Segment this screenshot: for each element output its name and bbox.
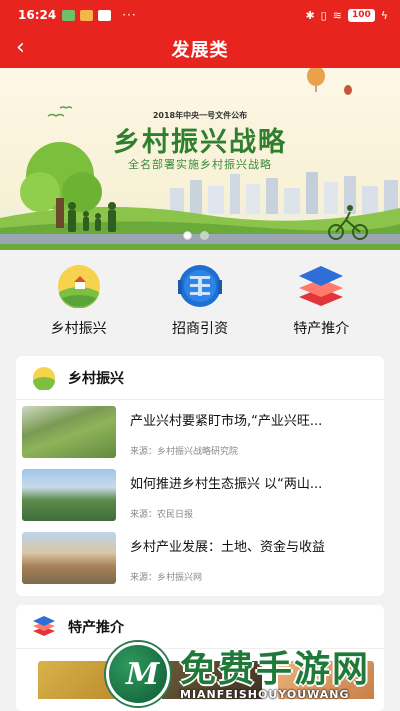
status-time: 16:24 bbox=[18, 8, 57, 22]
list-item[interactable]: 如何推进乡村生态振兴 以“两山... 来源：农民日报 bbox=[22, 469, 378, 529]
category-village-revival[interactable]: 乡村振兴 bbox=[24, 250, 134, 345]
watermark-logo-letter: M bbox=[126, 657, 160, 692]
news-thumbnail bbox=[22, 469, 116, 521]
news-thumbnail bbox=[22, 406, 116, 458]
category-label: 乡村振兴 bbox=[50, 321, 107, 337]
watermark-text: 免费手游网 bbox=[180, 649, 371, 690]
carousel-dot-1[interactable] bbox=[183, 231, 192, 240]
section-title: 乡村振兴 bbox=[68, 370, 124, 387]
village-revival-section: 乡村振兴 产业兴村要紧盯市场,“产业兴旺... 来源：乡村振兴战略研究院 如何推… bbox=[16, 356, 384, 596]
news-title: 产业兴村要紧盯市场,“产业兴旺... bbox=[130, 414, 323, 429]
wifi-icon: ≋ bbox=[332, 8, 342, 22]
list-item[interactable]: 乡村产业发展：土地、资金与收益 来源：乡村振兴网 bbox=[22, 532, 378, 592]
banner-carousel[interactable]: 2018年中央一号文件公布 乡村振兴战略 全名部署实施乡村振兴战略 bbox=[0, 68, 400, 250]
watermark-pinyin: MIANFEISHOUYOUWANG bbox=[180, 688, 350, 701]
category-specialty-products[interactable]: 特产推介 bbox=[266, 250, 376, 345]
carousel-indicator[interactable] bbox=[183, 231, 209, 240]
status-bar: 16:24 ··· ✱ ▯ ≋ 100 ϟ bbox=[0, 0, 400, 30]
news-title: 如何推进乡村生态振兴 以“两山... bbox=[130, 477, 323, 492]
charging-icon: ϟ bbox=[380, 8, 388, 22]
site-watermark: M 免费手游网 MIANFEISHOUYOUWANG bbox=[104, 640, 394, 708]
wechat-notification-icon bbox=[62, 9, 76, 21]
category-label: 特产推介 bbox=[293, 321, 350, 337]
village-landscape-icon bbox=[57, 265, 100, 308]
page-title: 发展类 bbox=[171, 40, 229, 61]
category-label: 招商引资 bbox=[171, 321, 228, 337]
carousel-dot-2[interactable] bbox=[200, 231, 209, 240]
bluetooth-icon: ✱ bbox=[305, 8, 315, 22]
back-arrow-icon[interactable]: ‹ bbox=[16, 36, 25, 60]
village-landscape-icon bbox=[33, 366, 55, 390]
vibrate-icon: ▯ bbox=[320, 8, 327, 22]
watermark-logo: M bbox=[106, 642, 170, 706]
news-source: 来源：乡村振兴网 bbox=[130, 573, 203, 583]
title-bar: ‹ 发展类 bbox=[0, 30, 400, 68]
news-notification-icon bbox=[98, 9, 112, 21]
more-notifications-icon: ··· bbox=[122, 8, 137, 22]
news-title: 乡村产业发展：土地、资金与收益 bbox=[130, 540, 326, 555]
battery-icon: 100 bbox=[347, 8, 375, 22]
section-title: 特产推介 bbox=[68, 619, 124, 636]
investment-coin-icon bbox=[177, 265, 222, 307]
layers-stack-icon bbox=[33, 615, 55, 636]
banner-headline: 乡村振兴战略 bbox=[113, 127, 287, 158]
news-source: 来源：乡村振兴战略研究院 bbox=[130, 447, 239, 457]
news-thumbnail bbox=[22, 532, 116, 584]
category-investment[interactable]: 招商引资 bbox=[145, 250, 255, 345]
section-header: 乡村振兴 bbox=[16, 356, 384, 400]
layers-stack-icon bbox=[299, 266, 344, 306]
banner-subtitle: 全名部署实施乡村振兴战略 bbox=[128, 158, 272, 171]
app-notification-icon bbox=[80, 9, 94, 21]
category-grid: 乡村振兴 招商引资 特产推介 bbox=[0, 250, 400, 345]
news-source: 来源：农民日报 bbox=[130, 510, 194, 520]
list-item[interactable]: 产业兴村要紧盯市场,“产业兴旺... 来源：乡村振兴战略研究院 bbox=[22, 406, 378, 466]
